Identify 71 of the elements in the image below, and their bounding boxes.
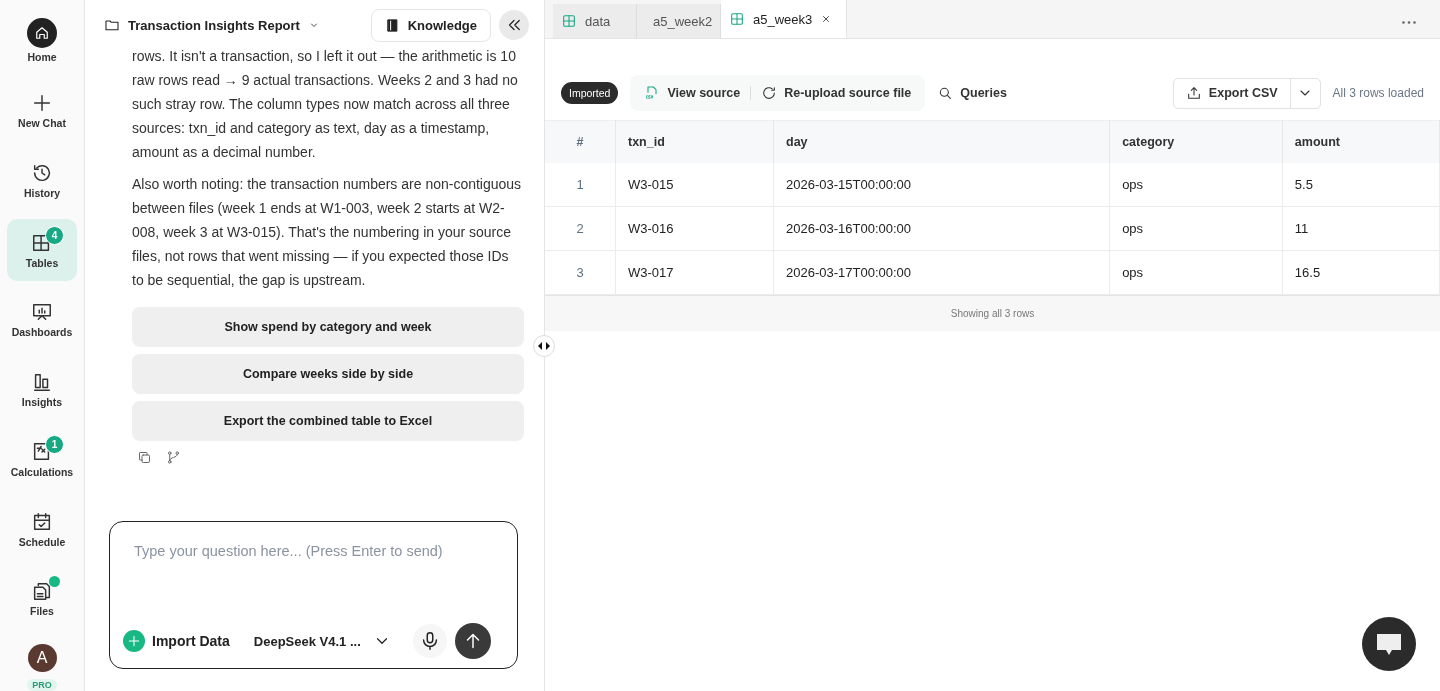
plan-badge: PRO [27,679,57,691]
book-icon [384,17,400,33]
row-number: 2 [545,206,616,251]
table-cell: 2026-03-16T00:00:00 [773,206,1110,251]
table-cell: ops [1109,250,1283,295]
column-header[interactable]: txn_id [615,120,774,163]
suggestion-button[interactable]: Compare weeks side by side [132,354,524,394]
view-source-button[interactable]: View source [644,85,741,101]
calendar-icon [31,510,53,533]
row-number: 3 [545,250,616,295]
user-avatar[interactable]: A [27,643,57,673]
upload-icon [1185,85,1202,101]
queries-button[interactable]: Queries [937,75,1007,111]
resize-handle[interactable] [533,335,555,357]
chat-paragraph: rows. It isn't a transaction, so I left it out — the arithmetic is 10 raw rows read → 9 actual transactions. Weeks 2 and 3 had no such stray row. The column types now match across all three sources: txn_id and category as text, day as a timestamp, amount as a decimal number. [132,47,519,162]
table-cell: W3-015 [615,163,774,207]
knowledge-button[interactable]: Knowledge [370,8,491,42]
sidebar-item[interactable]: History [7,149,77,212]
bar-chart-icon [31,371,53,394]
table-cell: 16.5 [1282,250,1440,295]
table-cell: ops [1109,163,1283,207]
sidebar-item[interactable]: Schedule [7,498,77,560]
sidebar-item[interactable]: Insights [7,358,77,421]
column-header[interactable]: day [773,120,1110,163]
sidebar-item[interactable]: Files [7,567,77,630]
table-tab[interactable]: a5_week2 [637,4,721,38]
files-icon [31,580,53,603]
branch-icon [166,450,181,465]
reupload-button[interactable]: Re-upload source file [761,85,912,101]
microphone-button[interactable] [412,624,447,658]
sidebar-item[interactable]: Dashboards [7,288,77,351]
table-cell: 11 [1282,206,1440,251]
table-footer: Showing all 3 rows [545,295,1440,331]
project-selector[interactable]: Transaction Insights Report [104,17,320,33]
column-header[interactable]: category [1109,120,1283,163]
suggestion-button[interactable]: Export the combined table to Excel [132,401,524,441]
sidebar-item[interactable]: New Chat [7,79,77,142]
table-tab[interactable]: data [553,4,637,38]
rows-loaded-text: All 3 rows loaded [1332,86,1424,100]
table-cell: 2026-03-17T00:00:00 [773,250,1110,295]
table-icon [729,11,745,27]
column-header[interactable]: amount [1282,120,1440,163]
table-cell: ops [1109,206,1283,251]
refresh-icon [761,85,778,101]
suggestion-button[interactable]: Show spend by category and week [132,307,524,347]
question-field[interactable]: Type your question here... (Press Enter to send) Import Data DeepSeek V4.1 ... [109,521,518,669]
table-icon [561,13,577,29]
row-number: 1 [545,163,616,207]
sidebar-item[interactable]: 1 Calculations [7,428,77,491]
plus-icon [126,633,142,649]
copy-icon [137,450,152,465]
table-cell: W3-016 [615,206,774,251]
sidebar-item[interactable]: Home [7,10,77,72]
model-selector[interactable]: DeepSeek V4.1 ... [253,632,391,650]
sidebar-item[interactable]: 4 Tables [7,219,77,281]
table-tab[interactable]: a5_week3 [721,0,848,38]
imported-badge: Imported [561,82,619,104]
table-cell: 2026-03-15T00:00:00 [773,163,1110,207]
table-cell: W3-017 [615,250,774,295]
folder-icon [104,17,120,33]
collapse-button[interactable] [499,10,529,40]
chat-paragraph: Also worth noting: the transaction numbers are non-contiguous between files (week 1 ends at W1-003, week 2 starts at W2-008, week 3 at W3-015). That's the numbering in your source files, not rows that went missing — if you expected those IDs to be sequential, the gap is upstream. [132,175,523,290]
chat-button[interactable] [1362,617,1416,671]
count-badge: 1 [45,434,64,454]
send-button[interactable] [454,623,491,659]
search-icon [937,85,954,101]
table-cell: 5.5 [1282,163,1440,207]
count-badge: 4 [45,225,64,245]
column-header[interactable]: # [545,120,616,163]
more-icon [1402,21,1416,24]
import-data-button[interactable]: Import Data [123,630,230,652]
